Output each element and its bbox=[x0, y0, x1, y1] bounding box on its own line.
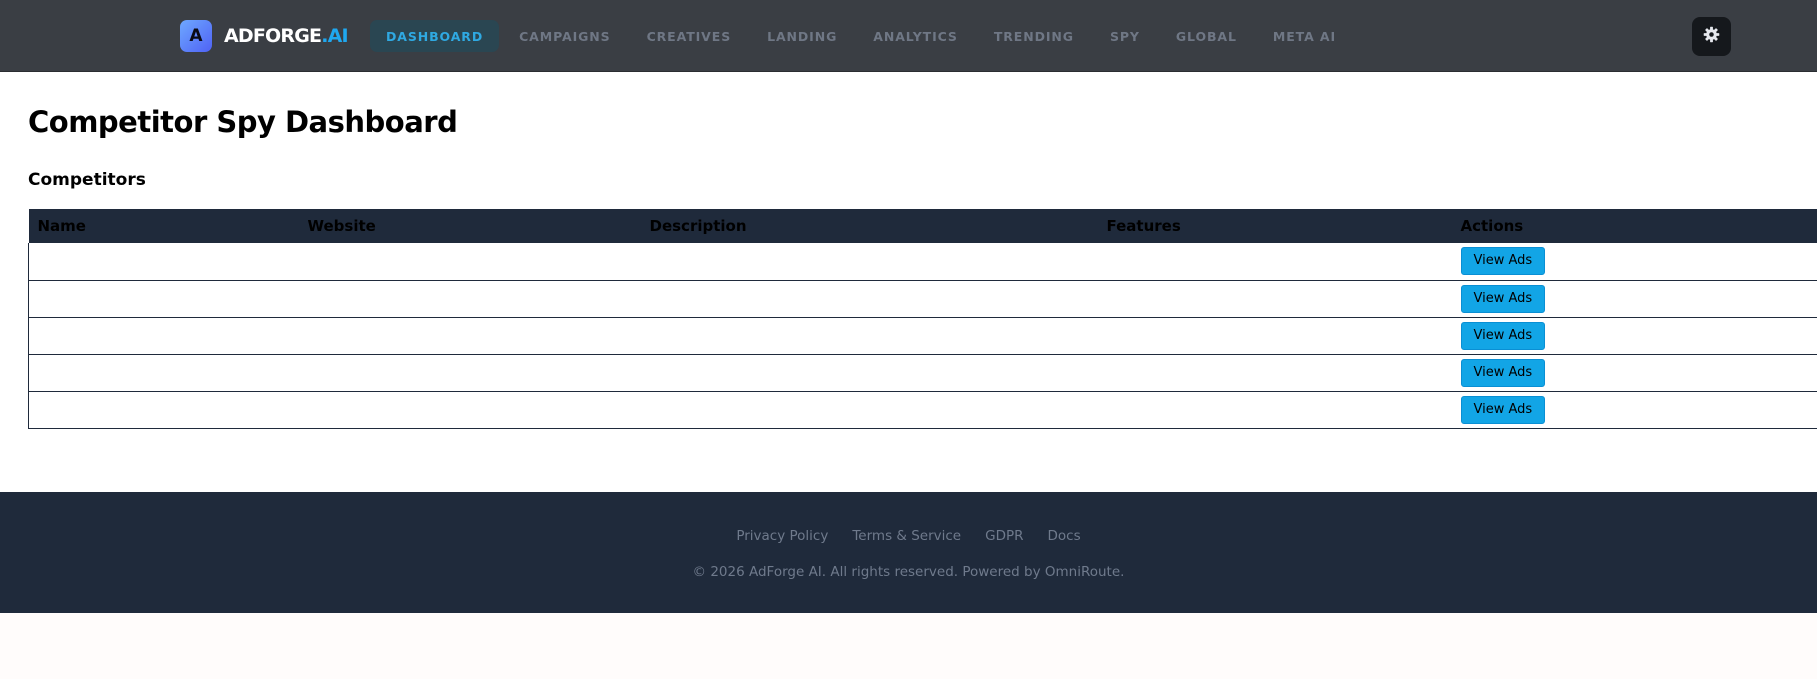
footer-link-terms[interactable]: Terms & Service bbox=[852, 528, 961, 544]
cell-name bbox=[28, 243, 299, 280]
cell-name bbox=[28, 354, 299, 391]
cell-name bbox=[28, 317, 299, 354]
section-title-competitors: Competitors bbox=[28, 170, 146, 190]
top-navbar: A ADFORGE.AI DASHBOARD CAMPAIGNS CREATIV… bbox=[0, 0, 1817, 72]
cell-features bbox=[1098, 280, 1452, 317]
page-bottom-background bbox=[0, 613, 1817, 679]
nav-item-landing[interactable]: LANDING bbox=[751, 20, 853, 52]
nav-item-analytics[interactable]: ANALYTICS bbox=[857, 20, 974, 52]
cell-website bbox=[299, 243, 641, 280]
table-row: View Ads bbox=[28, 280, 1817, 317]
table-row: View Ads bbox=[28, 391, 1817, 428]
page-title: Competitor Spy Dashboard bbox=[28, 105, 458, 139]
cell-description bbox=[641, 391, 1098, 428]
table-row: View Ads bbox=[28, 243, 1817, 280]
cell-actions: View Ads bbox=[1452, 317, 1817, 354]
settings-button[interactable] bbox=[1692, 17, 1731, 56]
nav-item-meta-ai[interactable]: META AI bbox=[1257, 20, 1352, 52]
cell-description bbox=[641, 354, 1098, 391]
cell-website bbox=[299, 280, 641, 317]
cell-features bbox=[1098, 317, 1452, 354]
footer-link-gdpr[interactable]: GDPR bbox=[985, 528, 1023, 544]
brand-name-main: ADFORGE bbox=[224, 25, 322, 47]
logo-icon: A bbox=[180, 20, 212, 52]
column-header-actions: Actions bbox=[1460, 217, 1524, 235]
footer-copyright: © 2026 AdForge AI. All rights reserved. … bbox=[692, 564, 1125, 580]
cell-actions: View Ads bbox=[1452, 354, 1817, 391]
cell-description bbox=[641, 280, 1098, 317]
view-ads-button[interactable]: View Ads bbox=[1460, 395, 1546, 424]
footer-links: Privacy Policy Terms & Service GDPR Docs bbox=[0, 528, 1817, 544]
view-ads-button[interactable]: View Ads bbox=[1460, 247, 1546, 276]
footer-link-docs[interactable]: Docs bbox=[1048, 528, 1081, 544]
cell-features bbox=[1098, 354, 1452, 391]
cell-description bbox=[641, 243, 1098, 280]
table-row: View Ads bbox=[28, 354, 1817, 391]
column-header-features: Features bbox=[1106, 217, 1181, 235]
nav-item-creatives[interactable]: CREATIVES bbox=[631, 20, 748, 52]
table-header-row: Name Website Description Features Action… bbox=[28, 209, 1817, 243]
page-footer: Privacy Policy Terms & Service GDPR Docs… bbox=[0, 492, 1817, 613]
table-row: View Ads bbox=[28, 317, 1817, 354]
column-header-name: Name bbox=[37, 217, 86, 235]
cell-website bbox=[299, 317, 641, 354]
competitors-table-container: Name Website Description Features Action… bbox=[28, 209, 1817, 429]
cell-name bbox=[28, 280, 299, 317]
cell-description bbox=[641, 317, 1098, 354]
cell-name bbox=[28, 391, 299, 428]
cell-actions: View Ads bbox=[1452, 243, 1817, 280]
cell-website bbox=[299, 391, 641, 428]
cell-actions: View Ads bbox=[1452, 280, 1817, 317]
nav-item-dashboard[interactable]: DASHBOARD bbox=[370, 20, 500, 52]
brand-logo[interactable]: A ADFORGE.AI bbox=[180, 20, 349, 52]
gear-icon bbox=[1703, 26, 1720, 48]
column-header-description: Description bbox=[649, 217, 747, 235]
nav-item-campaigns[interactable]: CAMPAIGNS bbox=[503, 20, 626, 52]
nav-item-trending[interactable]: TRENDING bbox=[978, 20, 1090, 52]
cell-actions: View Ads bbox=[1452, 391, 1817, 428]
cell-website bbox=[299, 354, 641, 391]
view-ads-button[interactable]: View Ads bbox=[1460, 321, 1546, 350]
column-header-website: Website bbox=[307, 217, 376, 235]
brand-name-accent: .AI bbox=[321, 25, 348, 47]
view-ads-button[interactable]: View Ads bbox=[1460, 358, 1546, 387]
nav-item-global[interactable]: GLOBAL bbox=[1160, 20, 1253, 52]
logo-letter: A bbox=[189, 26, 203, 46]
cell-features bbox=[1098, 243, 1452, 280]
main-nav: DASHBOARD CAMPAIGNS CREATIVES LANDING AN… bbox=[370, 20, 1356, 52]
footer-link-privacy-policy[interactable]: Privacy Policy bbox=[736, 528, 828, 544]
view-ads-button[interactable]: View Ads bbox=[1460, 284, 1546, 313]
cell-features bbox=[1098, 391, 1452, 428]
competitors-table: Name Website Description Features Action… bbox=[28, 209, 1817, 429]
brand-name: ADFORGE.AI bbox=[224, 25, 349, 47]
nav-item-spy[interactable]: SPY bbox=[1094, 20, 1156, 52]
